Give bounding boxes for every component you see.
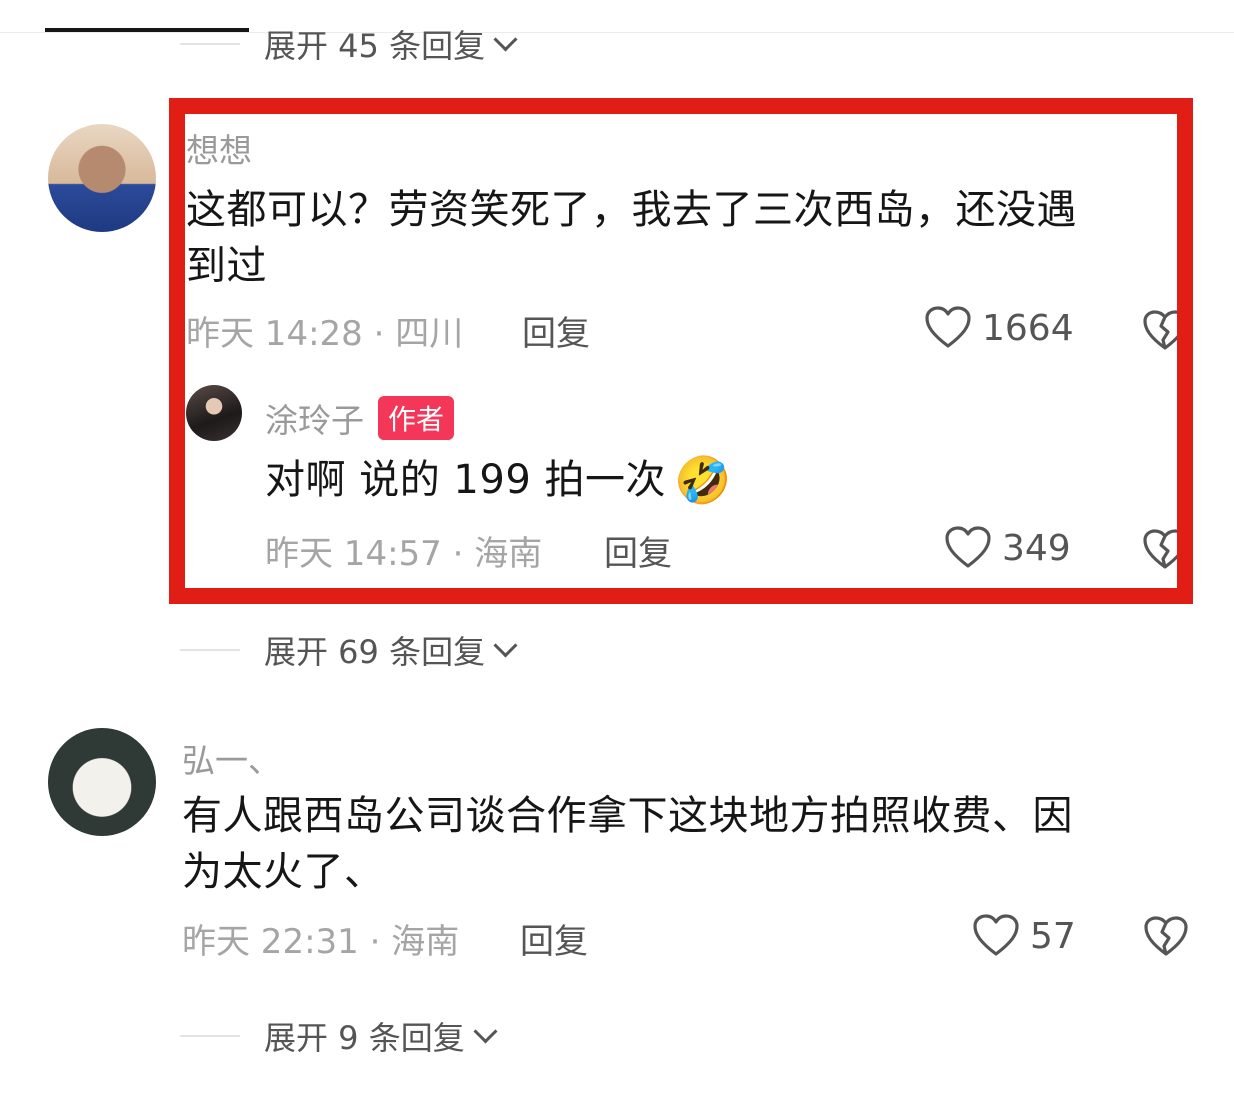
expand-label: 展开 45 条回复	[264, 27, 486, 65]
avatar[interactable]	[48, 728, 156, 836]
divider	[180, 649, 240, 651]
like-count: 57	[1030, 915, 1076, 957]
dislike-heart-icon	[1144, 916, 1188, 956]
comment-text: 有人跟西岛公司谈合作拿下这块地方拍照收费、因 为太火了、	[182, 788, 1192, 900]
expand-replies[interactable]: 展开 69 条回复	[180, 630, 518, 671]
avatar[interactable]	[48, 124, 156, 232]
like-button[interactable]: 57	[972, 914, 1076, 958]
comment-text-line: 有人跟西岛公司谈合作拿下这块地方拍照收费、因	[182, 793, 1073, 839]
chevron-down-icon	[493, 632, 518, 658]
expand-replies-top[interactable]: 展开 45 条回复	[180, 24, 518, 65]
heart-icon	[973, 914, 1019, 956]
comment-text-line: 为太火了、	[182, 849, 385, 895]
chevron-down-icon	[493, 26, 518, 52]
divider	[180, 1035, 240, 1037]
reply-button[interactable]: 回复	[520, 914, 588, 963]
comment-author[interactable]: 弘一、	[182, 734, 281, 782]
expand-label: 展开 69 条回复	[264, 633, 486, 671]
chevron-down-icon	[473, 1018, 498, 1044]
expand-replies[interactable]: 展开 9 条回复	[180, 1016, 498, 1057]
highlight-box	[169, 98, 1193, 604]
divider	[180, 43, 240, 45]
dislike-button[interactable]	[1143, 916, 1189, 962]
divider	[0, 32, 1234, 33]
expand-label: 展开 9 条回复	[264, 1019, 465, 1057]
comment-meta: 昨天 22:31 · 海南	[182, 922, 460, 962]
